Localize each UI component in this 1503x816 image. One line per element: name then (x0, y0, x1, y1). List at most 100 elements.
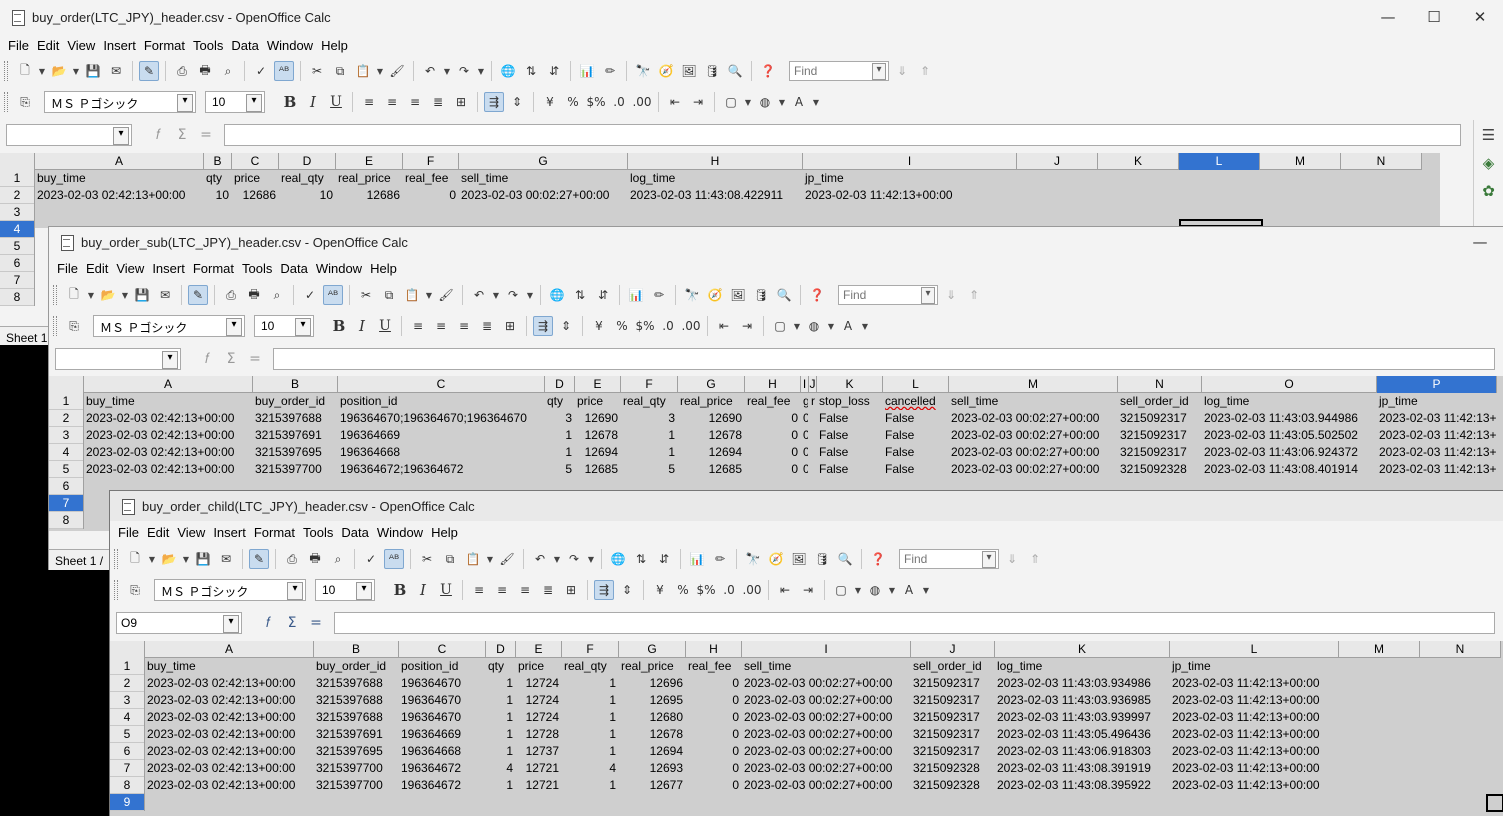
table-cell[interactable]: 2023-02-03 11:43:03.934986 (995, 675, 1170, 692)
table-cell[interactable] (809, 444, 817, 461)
menu-window[interactable]: Window (373, 525, 427, 540)
datasources-icon[interactable]: 🛢 (702, 61, 722, 81)
column-header[interactable]: H (628, 153, 803, 170)
minimize-button[interactable]: — (1457, 227, 1503, 257)
table-cell[interactable]: position_id (338, 393, 545, 410)
table-cell[interactable]: 2023-02-03 02:42:13+00:00 (145, 760, 314, 777)
table-cell[interactable]: 12728 (516, 726, 562, 743)
table-cell[interactable]: 12694 (619, 743, 686, 760)
row-header[interactable]: 5 (110, 726, 144, 743)
table-cell[interactable]: 3215397688 (314, 692, 399, 709)
add-decimal-icon[interactable]: .0 (609, 92, 629, 112)
undo-icon[interactable]: ↶ (469, 285, 489, 305)
table-cell[interactable]: 1 (621, 427, 678, 444)
table-cell[interactable]: 2023-02-03 00:02:27+00:00 (742, 692, 911, 709)
print-icon[interactable]: 🖶 (195, 61, 215, 81)
table-cell[interactable]: 12737 (516, 743, 562, 760)
table-cell[interactable]: 2023-02-03 00:02:27+00:00 (742, 675, 911, 692)
copy-icon[interactable]: ⧉ (330, 61, 350, 81)
find-next-icon[interactable]: ⇓ (1002, 549, 1022, 569)
table-cell[interactable]: 2023-02-03 11:42:13+00:00 (1170, 675, 1339, 692)
table-cell[interactable]: 2023-02-03 11:42:13+00:00 (1170, 743, 1339, 760)
select-all-corner[interactable] (110, 641, 145, 658)
chevron-down-icon[interactable]: ▼ (854, 580, 862, 600)
sum-icon[interactable]: Σ (170, 127, 194, 143)
table-cell[interactable]: 1 (562, 709, 619, 726)
find-next-icon[interactable]: ⇓ (892, 61, 912, 81)
chevron-down-icon[interactable]: ▼ (87, 285, 95, 305)
chevron-down-icon[interactable]: ▼ (443, 61, 451, 81)
column-header[interactable]: P (1377, 376, 1497, 393)
title-bar[interactable]: buy_order_child(LTC_JPY)_header.csv - Op… (110, 491, 1503, 521)
column-header[interactable]: J (911, 641, 995, 658)
row-header[interactable]: 1 (0, 170, 34, 187)
toolbar-grip[interactable] (53, 316, 57, 336)
standard-number-icon[interactable]: $% (635, 316, 655, 336)
column-header[interactable]: B (314, 641, 399, 658)
hyperlink-icon[interactable]: 🌐 (498, 61, 518, 81)
column-header[interactable]: K (817, 376, 883, 393)
table-cell[interactable]: position_id (399, 658, 486, 675)
table-cell[interactable]: 2023-02-03 02:42:13+00:00 (145, 777, 314, 794)
table-cell[interactable]: 0 (686, 760, 742, 777)
table-cell[interactable]: g (801, 393, 809, 410)
row-header[interactable]: 2 (110, 675, 144, 692)
menu-window[interactable]: Window (263, 38, 317, 53)
menu-help[interactable]: Help (427, 525, 462, 540)
background-color-icon[interactable]: ◍ (804, 316, 824, 336)
sort-descending-icon[interactable]: ⇵ (654, 549, 674, 569)
font-color-icon[interactable]: A (838, 316, 858, 336)
table-cell[interactable]: 3215397700 (314, 777, 399, 794)
chevron-down-icon[interactable]: ▼ (861, 316, 869, 336)
table-cell[interactable]: 3215092328 (911, 760, 995, 777)
column-header[interactable]: F (403, 153, 459, 170)
row-header[interactable]: 8 (110, 777, 144, 794)
sort-ascending-icon[interactable]: ⇅ (521, 61, 541, 81)
table-cell[interactable]: sell_time (949, 393, 1118, 410)
table-cell[interactable]: 2023-02-03 02:42:13+00:00 (84, 461, 253, 478)
table-cell[interactable]: 2023-02-03 11:42:13+00:00 (1170, 726, 1339, 743)
zoom-icon[interactable]: 🔍 (835, 549, 855, 569)
row-header[interactable]: 4 (49, 444, 83, 461)
table-cell[interactable]: 12724 (516, 675, 562, 692)
toolbar-grip[interactable] (114, 580, 118, 600)
table-cell[interactable]: 196364669 (338, 427, 545, 444)
menu-file[interactable]: File (4, 38, 33, 53)
font-color-icon[interactable]: A (789, 92, 809, 112)
row-header[interactable]: 1 (49, 393, 83, 410)
menu-edit[interactable]: Edit (143, 525, 173, 540)
table-cell[interactable]: 3215092317 (911, 743, 995, 760)
table-cell[interactable]: 2023-02-03 00:02:27+00:00 (742, 777, 911, 794)
table-cell[interactable]: 2023-02-03 02:42:13+00:00 (84, 410, 253, 427)
menu-data[interactable]: Data (227, 38, 262, 53)
styles-formatting-icon[interactable]: ⎘ (125, 580, 145, 600)
italic-icon[interactable]: I (413, 580, 433, 600)
column-header[interactable]: A (145, 641, 314, 658)
sheet-tab[interactable]: Sheet 1 / (55, 554, 103, 568)
spellcheck-icon[interactable]: ✓ (251, 61, 271, 81)
help-icon[interactable]: ❓ (868, 549, 888, 569)
row-header[interactable]: 4 (110, 709, 144, 726)
align-left-icon[interactable]: ≡ (408, 316, 428, 336)
print-preview-icon[interactable]: ⌕ (218, 61, 238, 81)
table-cell[interactable]: 1 (486, 726, 516, 743)
column-header[interactable]: C (338, 376, 545, 393)
table-cell[interactable]: 3215397691 (253, 427, 338, 444)
table-cell[interactable]: 0 (801, 427, 809, 444)
align-left-icon[interactable]: ≡ (469, 580, 489, 600)
menu-view[interactable]: View (63, 38, 99, 53)
spellcheck-icon[interactable]: ✓ (300, 285, 320, 305)
vertical-align-icon[interactable]: ⇕ (556, 316, 576, 336)
delete-decimal-icon[interactable]: .00 (742, 580, 762, 600)
find-replace-icon[interactable]: 🔭 (743, 549, 763, 569)
italic-icon[interactable]: I (352, 316, 372, 336)
menu-insert[interactable]: Insert (209, 525, 250, 540)
table-cell[interactable]: 2023-02-03 11:42:13+00:00 (1377, 444, 1497, 461)
table-cell[interactable]: 2023-02-03 11:43:06.924372 (1202, 444, 1377, 461)
sort-ascending-icon[interactable]: ⇅ (570, 285, 590, 305)
column-header[interactable]: N (1118, 376, 1202, 393)
table-cell[interactable]: 1 (562, 777, 619, 794)
select-all-corner[interactable] (0, 153, 35, 170)
cell-area[interactable]: buy_time buy_order_id position_id qty price r… (84, 393, 1497, 478)
table-cell[interactable]: real_price (678, 393, 745, 410)
